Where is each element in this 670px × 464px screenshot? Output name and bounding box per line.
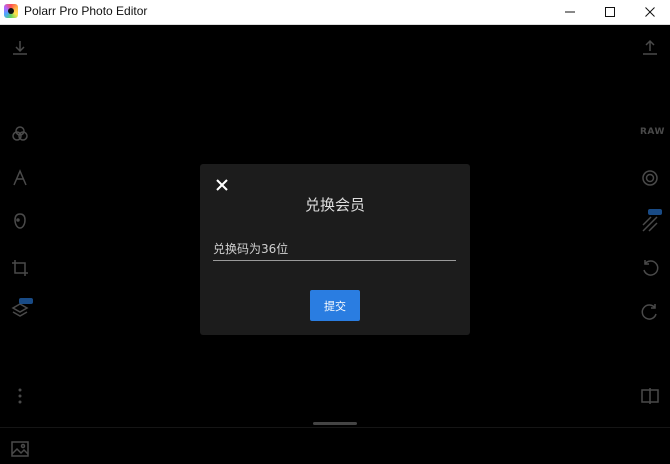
lens-icon (642, 170, 658, 186)
new-badge (19, 298, 33, 304)
title-bar: Polarr Pro Photo Editor (0, 0, 670, 25)
close-window-button[interactable] (630, 0, 670, 24)
new-badge (648, 209, 662, 215)
redo-button[interactable] (640, 302, 660, 322)
text-button[interactable] (10, 168, 30, 188)
window-title: Polarr Pro Photo Editor (24, 4, 148, 18)
maximize-icon (605, 7, 615, 17)
more-icon (18, 388, 22, 404)
crop-icon (12, 260, 28, 276)
layers-icon (11, 303, 29, 317)
filters-button[interactable] (10, 124, 30, 144)
bottom-panel-handle[interactable] (313, 422, 357, 425)
mask-button[interactable] (640, 214, 660, 234)
redeem-code-input[interactable] (213, 238, 456, 261)
bottom-divider (0, 427, 670, 428)
submit-button[interactable]: 提交 (310, 290, 360, 321)
more-button[interactable] (10, 386, 30, 406)
raw-label[interactable]: RAW (640, 127, 665, 137)
download-icon (13, 41, 27, 55)
app-icon (4, 4, 18, 18)
minimize-button[interactable] (550, 0, 590, 24)
text-icon (13, 169, 27, 186)
close-icon (216, 179, 228, 191)
maximize-button[interactable] (590, 0, 630, 24)
upload-button[interactable] (640, 38, 660, 58)
upload-icon (643, 39, 657, 55)
undo-button[interactable] (640, 258, 660, 278)
filters-icon (12, 126, 28, 141)
dialog-title: 兑换会员 (304, 196, 365, 214)
minimize-icon (565, 11, 575, 13)
face-button[interactable] (10, 211, 30, 231)
lens-button[interactable] (640, 168, 660, 188)
compare-icon (641, 388, 659, 404)
mask-icon (642, 216, 658, 232)
crop-button[interactable] (10, 258, 30, 278)
download-button[interactable] (10, 38, 30, 58)
compare-button[interactable] (640, 386, 660, 406)
redo-icon (641, 304, 657, 320)
layers-button[interactable] (10, 301, 30, 321)
gallery-button[interactable] (10, 439, 30, 459)
redeem-dialog: 兑换会员 提交 (200, 164, 470, 335)
close-icon (645, 7, 655, 17)
face-icon (14, 213, 26, 229)
dialog-close-button[interactable] (214, 177, 230, 193)
undo-icon (643, 260, 659, 276)
gallery-icon (11, 441, 29, 457)
